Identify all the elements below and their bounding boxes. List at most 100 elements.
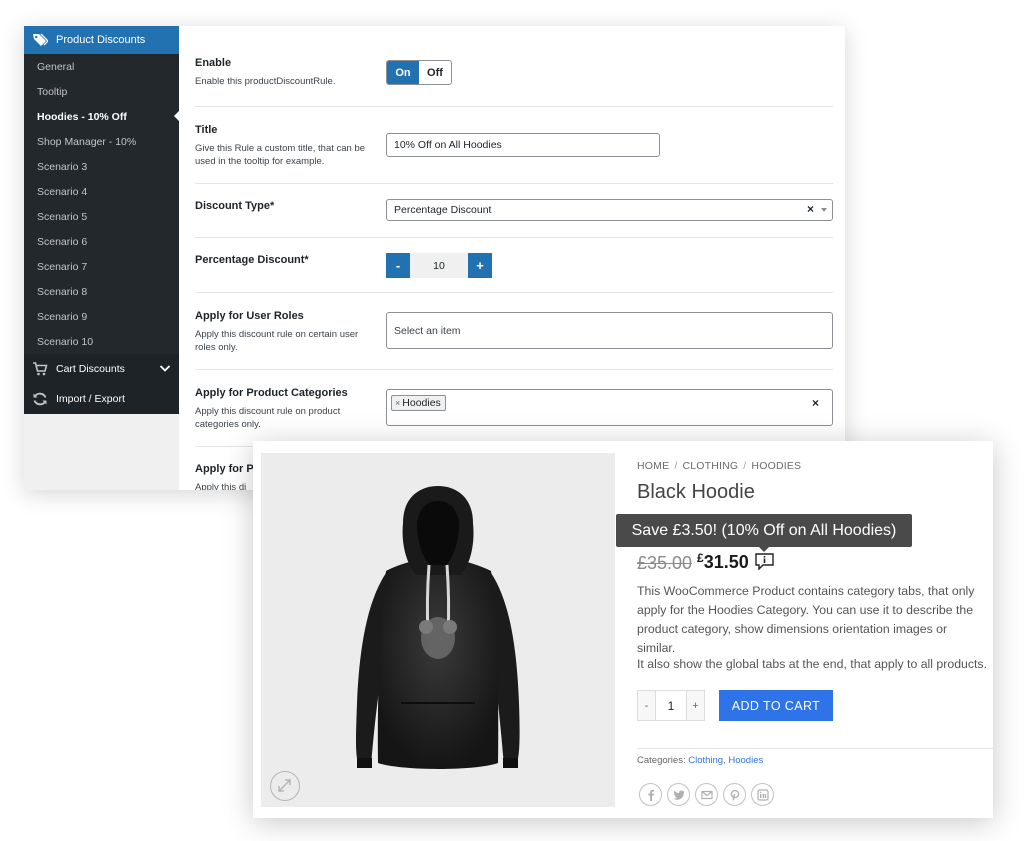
qty-minus-button[interactable]: - bbox=[638, 691, 655, 720]
product-categories-select[interactable]: × Hoodies × bbox=[386, 389, 833, 426]
sidebar-menu-cart-discounts[interactable]: Cart Discounts bbox=[24, 354, 179, 384]
sidebar-item-scenario-4[interactable]: Scenario 4 bbox=[24, 179, 179, 204]
title-input[interactable]: 10% Off on All Hoodies bbox=[386, 133, 660, 157]
product-description-2: It also show the global tabs at the end,… bbox=[637, 657, 987, 671]
sidebar-item-label: Scenario 3 bbox=[37, 160, 88, 173]
title-description: Give this Rule a custom title, that can … bbox=[195, 143, 366, 167]
share-facebook-button[interactable] bbox=[639, 783, 662, 806]
tooltip-tail bbox=[759, 547, 769, 552]
sale-price-value: 31.50 bbox=[703, 552, 749, 572]
pinterest-icon bbox=[730, 789, 739, 800]
decrease-button[interactable]: - bbox=[386, 253, 410, 278]
discount-type-clear-icon[interactable]: × bbox=[807, 202, 814, 216]
product-categories: Categories: Clothing, Hoodies bbox=[637, 755, 763, 766]
tag-icon bbox=[33, 33, 48, 46]
partial-field-label: Apply for P bbox=[195, 463, 254, 475]
sidebar-item-label: Scenario 9 bbox=[37, 310, 88, 323]
sidebar-nav: Product Discounts General Tooltip Hoodie… bbox=[24, 26, 180, 414]
quantity-stepper[interactable]: - 1 + bbox=[637, 690, 705, 721]
breadcrumb-clothing[interactable]: CLOTHING bbox=[682, 460, 738, 472]
sidebar-header-label: Product Discounts bbox=[56, 34, 146, 46]
sidebar-item-scenario-10[interactable]: Scenario 10 bbox=[24, 329, 179, 354]
cart-icon bbox=[33, 362, 48, 376]
enable-description: Enable this productDiscountRule. bbox=[195, 76, 336, 87]
sidebar-item-label: Scenario 4 bbox=[37, 185, 88, 198]
product-categories-description: Apply this discount rule on product cate… bbox=[195, 406, 341, 430]
enable-label: Enable bbox=[195, 57, 232, 69]
sidebar-menu-label: Cart Discounts bbox=[56, 363, 125, 375]
remove-chip-icon[interactable]: × bbox=[395, 398, 400, 408]
zoom-button[interactable] bbox=[270, 771, 300, 801]
toggle-on-option[interactable]: On bbox=[387, 61, 419, 84]
sidebar-item-label: Scenario 10 bbox=[37, 335, 94, 348]
discount-type-select[interactable]: Percentage Discount × bbox=[386, 199, 833, 221]
field-row-user-roles: Apply for User Roles Apply this discount… bbox=[195, 293, 833, 370]
refresh-icon bbox=[33, 392, 47, 406]
chip-label: Hoodies bbox=[402, 397, 441, 409]
category-link-hoodies[interactable]: Hoodies bbox=[728, 755, 763, 766]
field-row-title: Title Give this Rule a custom title, tha… bbox=[195, 107, 833, 184]
category-link-clothing[interactable]: Clothing bbox=[688, 755, 723, 766]
share-email-button[interactable] bbox=[695, 783, 718, 806]
add-to-cart-button[interactable]: ADD TO CART bbox=[719, 690, 833, 721]
qty-input[interactable]: 1 bbox=[655, 691, 687, 720]
categories-label: Categories: bbox=[637, 755, 686, 766]
sidebar-item-label: Hoodies - 10% Off bbox=[37, 110, 127, 123]
product-image[interactable] bbox=[261, 453, 615, 807]
qty-plus-button[interactable]: + bbox=[687, 691, 704, 720]
sidebar-item-shop-manager[interactable]: Shop Manager - 10% bbox=[24, 129, 179, 154]
user-roles-select[interactable]: Select an item bbox=[386, 312, 833, 349]
percentage-label: Percentage Discount* bbox=[195, 254, 309, 266]
toggle-off-option[interactable]: Off bbox=[419, 61, 451, 84]
currency-symbol: £ bbox=[697, 551, 704, 565]
sidebar-item-hoodies[interactable]: Hoodies - 10% Off bbox=[24, 104, 180, 129]
breadcrumb-hoodies[interactable]: HOODIES bbox=[751, 460, 801, 472]
field-row-product-categories: Apply for Product Categories Apply this … bbox=[195, 370, 833, 447]
sidebar-item-general[interactable]: General bbox=[24, 54, 179, 79]
field-row-percentage: Percentage Discount* - 10 + bbox=[195, 238, 833, 293]
sidebar-item-tooltip[interactable]: Tooltip bbox=[24, 79, 179, 104]
sidebar-item-scenario-5[interactable]: Scenario 5 bbox=[24, 204, 179, 229]
sidebar-item-label: Scenario 6 bbox=[37, 235, 88, 248]
email-icon bbox=[700, 790, 713, 799]
chevron-down-icon bbox=[159, 365, 171, 372]
product-description-1: This WooCommerce Product contains catego… bbox=[637, 584, 975, 655]
sidebar-item-scenario-7[interactable]: Scenario 7 bbox=[24, 254, 179, 279]
sidebar-item-label: Scenario 5 bbox=[37, 210, 88, 223]
settings-sidebar: Product Discounts General Tooltip Hoodie… bbox=[24, 26, 180, 490]
breadcrumb-home[interactable]: HOME bbox=[637, 460, 669, 472]
title-label: Title bbox=[195, 124, 218, 136]
field-row-enable: Enable Enable this productDiscountRule. … bbox=[195, 26, 833, 107]
product-page-panel: HOME / CLOTHING / HOODIES Black Hoodie £35.0… bbox=[253, 441, 993, 818]
old-price: £35.00 bbox=[637, 553, 693, 573]
percentage-value[interactable]: 10 bbox=[410, 253, 468, 278]
sidebar-item-scenario-3[interactable]: Scenario 3 bbox=[24, 154, 179, 179]
sidebar-item-scenario-8[interactable]: Scenario 8 bbox=[24, 279, 179, 304]
product-title: Black Hoodie bbox=[637, 481, 755, 503]
sidebar-item-label: Scenario 8 bbox=[37, 285, 88, 298]
linkedin-icon bbox=[756, 788, 769, 801]
increase-button[interactable]: + bbox=[468, 253, 492, 278]
divider bbox=[637, 748, 993, 749]
sidebar-item-scenario-6[interactable]: Scenario 6 bbox=[24, 229, 179, 254]
share-pinterest-button[interactable] bbox=[723, 783, 746, 806]
sidebar-item-scenario-9[interactable]: Scenario 9 bbox=[24, 304, 179, 329]
categories-clear-icon[interactable]: × bbox=[812, 396, 819, 410]
enable-toggle[interactable]: On Off bbox=[386, 60, 452, 85]
share-twitter-button[interactable] bbox=[667, 783, 690, 806]
hoodie-image bbox=[356, 486, 520, 769]
percentage-stepper[interactable]: - 10 + bbox=[386, 253, 492, 278]
active-indicator bbox=[174, 110, 180, 122]
user-roles-label: Apply for User Roles bbox=[195, 310, 304, 322]
breadcrumb: HOME / CLOTHING / HOODIES bbox=[637, 460, 801, 472]
discount-type-label: Discount Type* bbox=[195, 200, 275, 212]
discount-tooltip: Save £3.50! (10% Off on All Hoodies) bbox=[616, 514, 912, 547]
sale-price: £31.50 bbox=[697, 551, 749, 573]
share-linkedin-button[interactable] bbox=[751, 783, 774, 806]
dropdown-caret-icon[interactable] bbox=[821, 208, 827, 212]
expand-icon bbox=[278, 779, 291, 792]
user-roles-description: Apply this discount rule on certain user… bbox=[195, 329, 359, 353]
info-tooltip-icon[interactable] bbox=[755, 553, 774, 570]
sidebar-menu-import-export[interactable]: Import / Export bbox=[24, 384, 179, 414]
sidebar-header-product-discounts[interactable]: Product Discounts bbox=[24, 26, 179, 54]
